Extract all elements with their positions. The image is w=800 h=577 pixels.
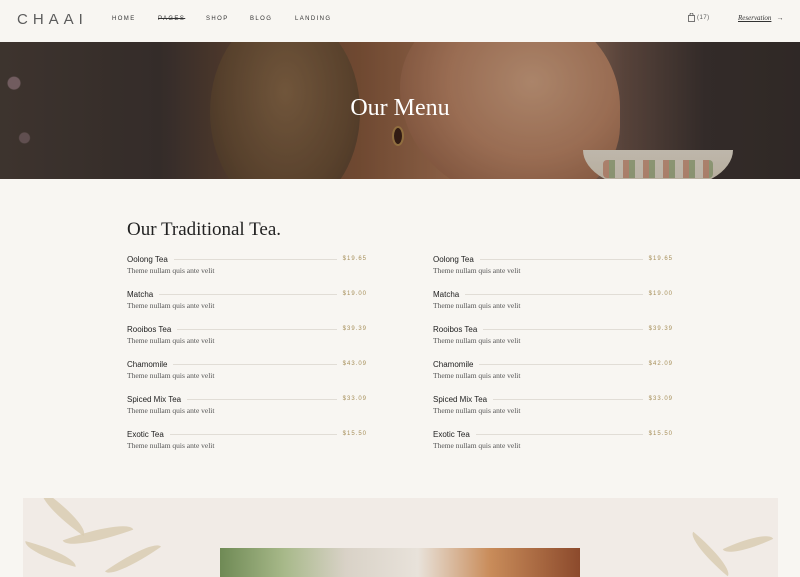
menu-item-price: $19.65 <box>648 256 673 262</box>
reservation-link[interactable]: Reservation → <box>738 14 783 22</box>
menu-item: Oolong Tea $19.65 Theme nullam quis ante … <box>433 253 673 288</box>
menu-item: Matcha $19.00 Theme nullam quis ante veli… <box>433 288 673 323</box>
page-title: Our Menu <box>350 95 450 121</box>
menu-item: Chamomile $42.09 Theme nullam quis ante v… <box>433 358 673 393</box>
dotted-divider <box>177 328 337 330</box>
menu-item-description: Theme nullam quis ante velit <box>433 441 521 450</box>
menu-item-description: Theme nullam quis ante velit <box>127 441 215 450</box>
menu-item: Rooibos Tea $39.39 Theme nullam quis ante… <box>433 323 673 358</box>
menu-item-description: Theme nullam quis ante velit <box>433 301 521 310</box>
menu-item-name: Spiced Mix Tea <box>433 394 488 404</box>
nav-home[interactable]: HOME <box>112 16 136 22</box>
dotted-divider <box>479 258 643 260</box>
menu-item-price: $15.50 <box>648 431 673 437</box>
dotted-divider <box>169 433 337 435</box>
dotted-divider <box>465 293 643 295</box>
dotted-divider <box>173 363 337 365</box>
menu-item-description: Theme nullam quis ante velit <box>433 406 521 415</box>
menu-item-description: Theme nullam quis ante velit <box>433 371 521 380</box>
menu-item-price: $15.50 <box>342 431 367 437</box>
menu-item-description: Theme nullam quis ante velit <box>127 371 215 380</box>
menu-item-description: Theme nullam quis ante velit <box>433 266 521 275</box>
hero-banner: Our Menu <box>0 42 800 179</box>
menu-item-price: $33.09 <box>342 396 367 402</box>
arrow-right-icon: → <box>776 14 784 22</box>
leaf-decoration <box>104 536 162 577</box>
menu-section-title: Our Traditional Tea. <box>127 219 282 240</box>
shopping-bag-icon <box>688 13 695 22</box>
menu-item-name: Rooibos Tea <box>433 324 478 334</box>
leaf-decoration <box>722 527 774 561</box>
logo[interactable]: CHAAI <box>17 11 88 28</box>
menu-item: Exotic Tea $15.50 Theme nullam quis ante … <box>127 428 367 463</box>
menu-item: Spiced Mix Tea $33.09 Theme nullam quis a… <box>433 393 673 428</box>
dotted-divider <box>159 293 337 295</box>
menu-item-price: $42.09 <box>648 361 673 367</box>
dotted-divider <box>479 363 643 365</box>
menu-item-description: Theme nullam quis ante velit <box>433 336 521 345</box>
site-header: CHAAI HOME PAGES SHOP BLOG LANDING (17) … <box>0 0 800 42</box>
menu-item-description: Theme nullam quis ante velit <box>127 406 215 415</box>
menu-item-price: $19.65 <box>342 256 367 262</box>
dotted-divider <box>173 258 337 260</box>
menu-item-name: Oolong Tea <box>127 254 168 264</box>
dotted-divider <box>475 433 643 435</box>
dotted-divider <box>493 398 643 400</box>
menu-column-right: Oolong Tea $19.65 Theme nullam quis ante … <box>433 253 673 463</box>
leaf-decoration <box>685 531 736 577</box>
menu-item-description: Theme nullam quis ante velit <box>127 336 215 345</box>
menu-item-description: Theme nullam quis ante velit <box>127 266 215 275</box>
menu-column-left: Oolong Tea $19.65 Theme nullam quis ante … <box>127 253 367 463</box>
menu-item-price: $39.39 <box>342 326 367 332</box>
menu-item: Oolong Tea $19.65 Theme nullam quis ante … <box>127 253 367 288</box>
menu-item-name: Exotic Tea <box>127 429 164 439</box>
leaf-decoration <box>23 541 79 567</box>
nav-blog[interactable]: BLOG <box>250 16 272 22</box>
leaf-decoration <box>34 498 92 536</box>
menu-item: Spiced Mix Tea $33.09 Theme nullam quis a… <box>127 393 367 428</box>
reservation-label: Reservation <box>738 14 772 22</box>
dotted-divider <box>483 328 643 330</box>
menu-item-name: Rooibos Tea <box>127 324 172 334</box>
menu-item-price: $19.00 <box>648 291 673 297</box>
menu-item-name: Oolong Tea <box>433 254 474 264</box>
menu-item-description: Theme nullam quis ante velit <box>127 301 215 310</box>
feature-photo <box>220 548 580 577</box>
menu-item-price: $19.00 <box>342 291 367 297</box>
cart-button[interactable]: (17) <box>688 13 710 22</box>
nav-pages[interactable]: PAGES <box>158 16 185 22</box>
nav-shop[interactable]: SHOP <box>206 16 229 22</box>
menu-item-name: Spiced Mix Tea <box>127 394 182 404</box>
menu-item-price: $33.09 <box>648 396 673 402</box>
menu-item-name: Chamomile <box>433 359 474 369</box>
menu-item-name: Chamomile <box>127 359 168 369</box>
dotted-divider <box>187 398 337 400</box>
menu-item-price: $39.39 <box>648 326 673 332</box>
menu-item-price: $43.09 <box>342 361 367 367</box>
nav-landing[interactable]: LANDING <box>295 16 331 22</box>
menu-item: Exotic Tea $15.50 Theme nullam quis ante … <box>433 428 673 463</box>
menu-item-name: Exotic Tea <box>433 429 470 439</box>
feature-section <box>23 498 778 577</box>
menu-item-name: Matcha <box>127 289 154 299</box>
menu-item: Matcha $19.00 Theme nullam quis ante veli… <box>127 288 367 323</box>
menu-item-name: Matcha <box>433 289 460 299</box>
menu-item: Rooibos Tea $39.39 Theme nullam quis ante… <box>127 323 367 358</box>
cart-count: (17) <box>697 14 710 21</box>
menu-item: Chamomile $43.09 Theme nullam quis ante v… <box>127 358 367 393</box>
